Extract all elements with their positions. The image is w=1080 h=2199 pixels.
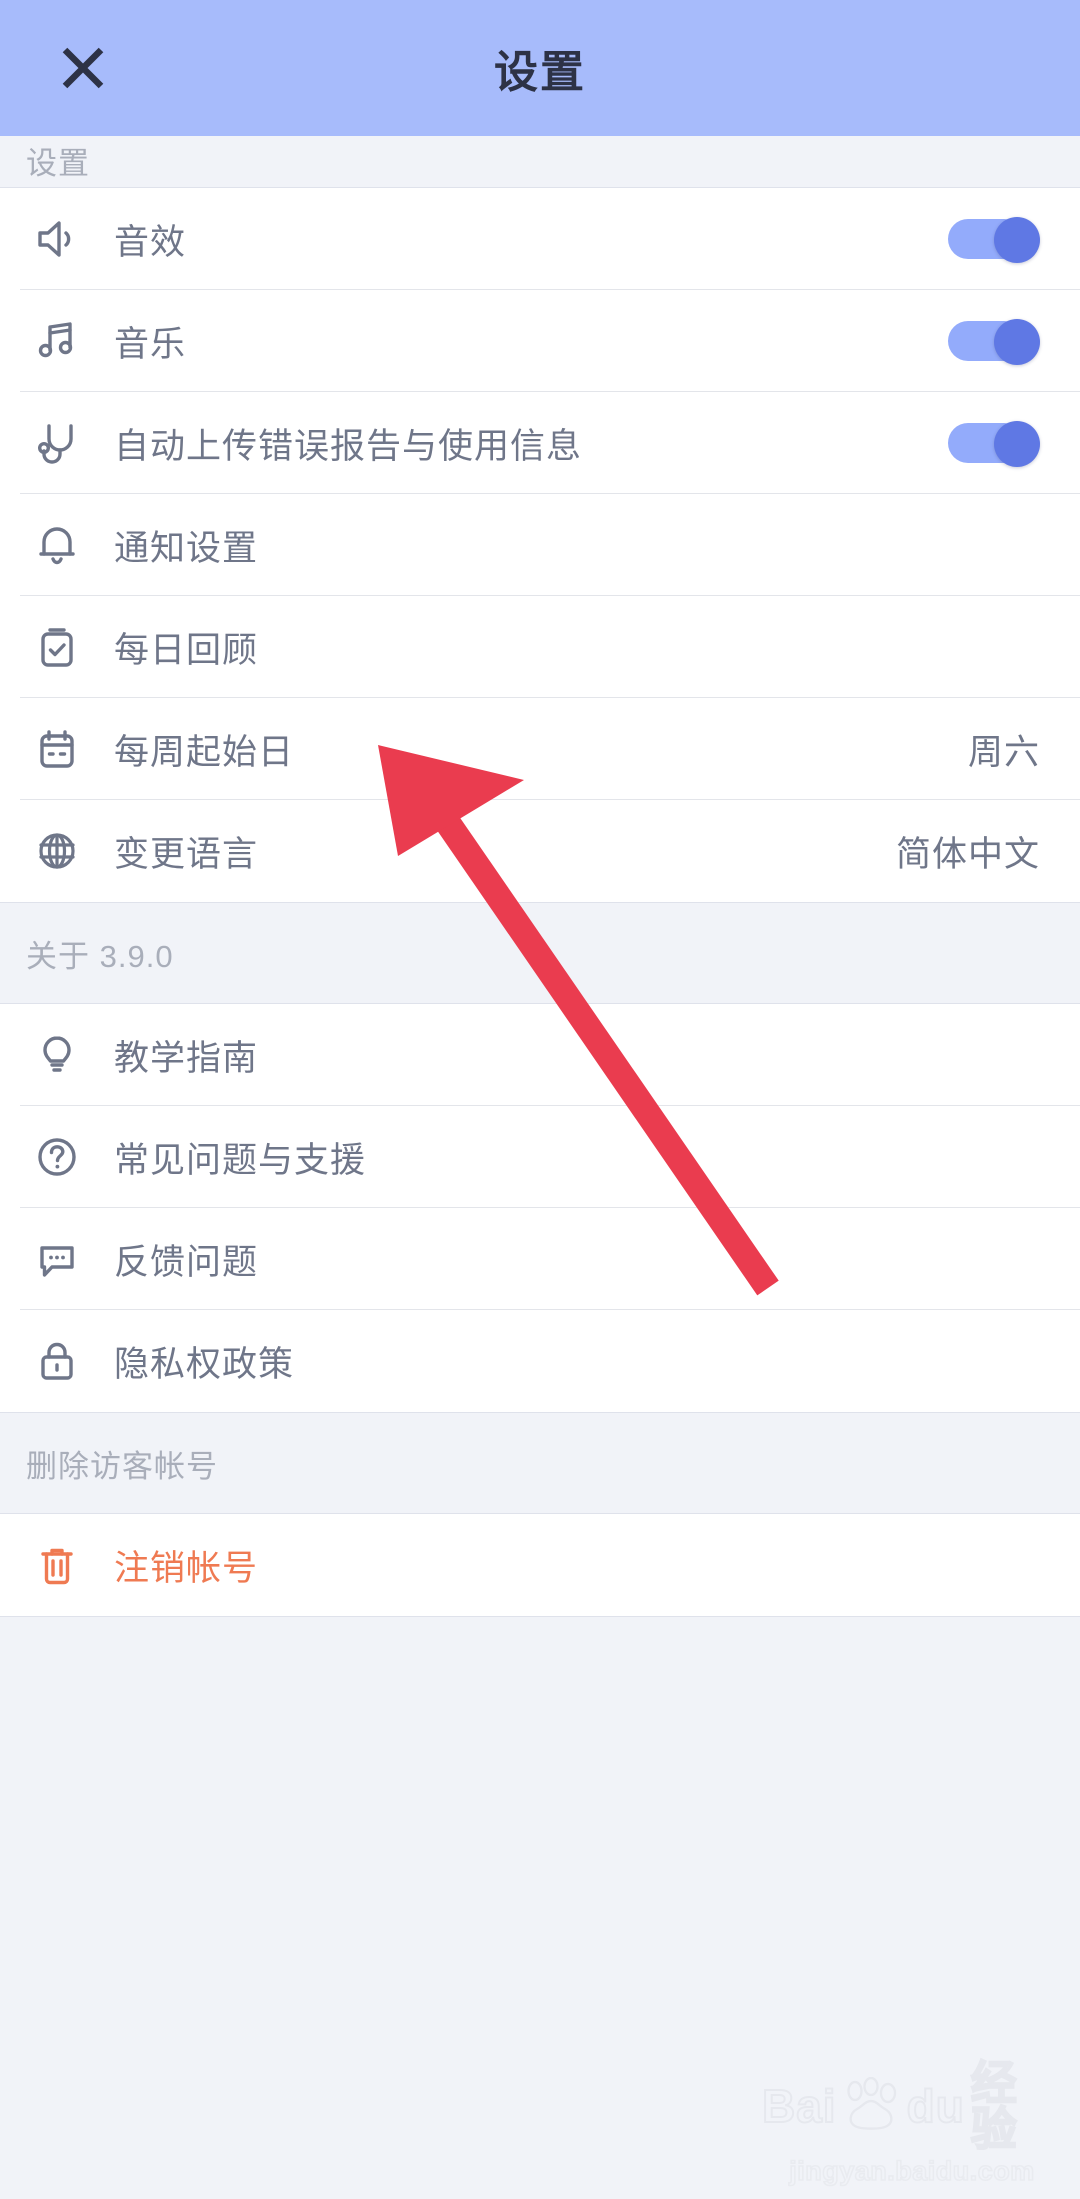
globe-icon xyxy=(26,820,88,882)
section-label: 关于 3.9.0 xyxy=(26,938,174,974)
about-list: 教学指南 常见问题与支援 反馈问题 隐私权政策 xyxy=(0,1004,1080,1412)
list-item-label: 音乐 xyxy=(114,324,187,364)
question-circle-icon xyxy=(26,1126,88,1188)
section-header-about: 关于 3.9.0 xyxy=(0,902,1080,1004)
list-item-faq-support[interactable]: 常见问题与支援 xyxy=(0,1106,1080,1208)
list-item-label: 自动上传错误报告与使用信息 xyxy=(114,426,583,466)
list-item-feedback[interactable]: 反馈问题 xyxy=(0,1208,1080,1310)
app-header: 设置 xyxy=(0,0,1080,136)
list-item-label: 反馈问题 xyxy=(114,1242,259,1282)
auto-upload-toggle[interactable] xyxy=(948,421,1040,467)
section-header-settings: 设置 xyxy=(0,136,1080,188)
list-item-music[interactable]: 音乐 xyxy=(0,290,1080,392)
list-item-privacy-policy[interactable]: 隐私权政策 xyxy=(0,1310,1080,1412)
music-note-icon xyxy=(26,310,88,372)
lock-icon xyxy=(26,1330,88,1392)
section-header-delete-account: 删除访客帐号 xyxy=(0,1412,1080,1514)
list-item-label: 音效 xyxy=(114,222,187,262)
stethoscope-icon xyxy=(26,412,88,474)
list-item-delete-account[interactable]: 注销帐号 xyxy=(0,1514,1080,1616)
clipboard-check-icon xyxy=(26,616,88,678)
list-item-sound-effects[interactable]: 音效 xyxy=(0,188,1080,290)
list-item-label: 教学指南 xyxy=(114,1038,259,1078)
list-item-label: 隐私权政策 xyxy=(114,1344,295,1384)
list-item-value: 周六 xyxy=(967,732,1040,772)
list-item-daily-review[interactable]: 每日回顾 xyxy=(0,596,1080,698)
bottom-filler xyxy=(0,1616,1080,2199)
toggle-knob xyxy=(994,421,1040,467)
close-button[interactable] xyxy=(52,37,114,99)
list-item-label: 每周起始日 xyxy=(114,732,295,772)
list-item-label: 常见问题与支援 xyxy=(114,1140,367,1180)
lightbulb-icon xyxy=(26,1024,88,1086)
list-item-tutorial-guide[interactable]: 教学指南 xyxy=(0,1004,1080,1106)
trash-icon xyxy=(26,1534,88,1596)
calendar-icon xyxy=(26,718,88,780)
list-item-label: 变更语言 xyxy=(114,834,259,874)
list-item-label: 每日回顾 xyxy=(114,630,259,670)
close-icon xyxy=(55,40,111,96)
list-item-label: 通知设置 xyxy=(114,528,259,568)
list-item-notification-settings[interactable]: 通知设置 xyxy=(0,494,1080,596)
list-item-auto-upload-reports[interactable]: 自动上传错误报告与使用信息 xyxy=(0,392,1080,494)
list-item-week-start-day[interactable]: 每周起始日 周六 xyxy=(0,698,1080,800)
bell-icon xyxy=(26,514,88,576)
delete-account-list: 注销帐号 xyxy=(0,1514,1080,1616)
chat-bubble-icon xyxy=(26,1228,88,1290)
settings-list: 音效 音乐 自动上传错误报告与使用信息 通知设置 每日回顾 每周起始日 周六 变… xyxy=(0,188,1080,902)
music-toggle[interactable] xyxy=(948,319,1040,365)
toggle-knob xyxy=(994,217,1040,263)
speaker-icon xyxy=(26,208,88,270)
list-item-label: 注销帐号 xyxy=(114,1548,259,1588)
page-title: 设置 xyxy=(494,48,586,97)
sound-effects-toggle[interactable] xyxy=(948,217,1040,263)
section-label: 设置 xyxy=(26,146,90,181)
settings-screen: 设置 设置 音效 音乐 自动上传错误报告与使用信息 通知设置 每日回顾 每周起始… xyxy=(0,0,1080,2199)
toggle-knob xyxy=(994,319,1040,365)
section-label: 删除访客帐号 xyxy=(26,1448,218,1484)
list-item-value: 简体中文 xyxy=(895,834,1040,874)
list-item-change-language[interactable]: 变更语言 简体中文 xyxy=(0,800,1080,902)
